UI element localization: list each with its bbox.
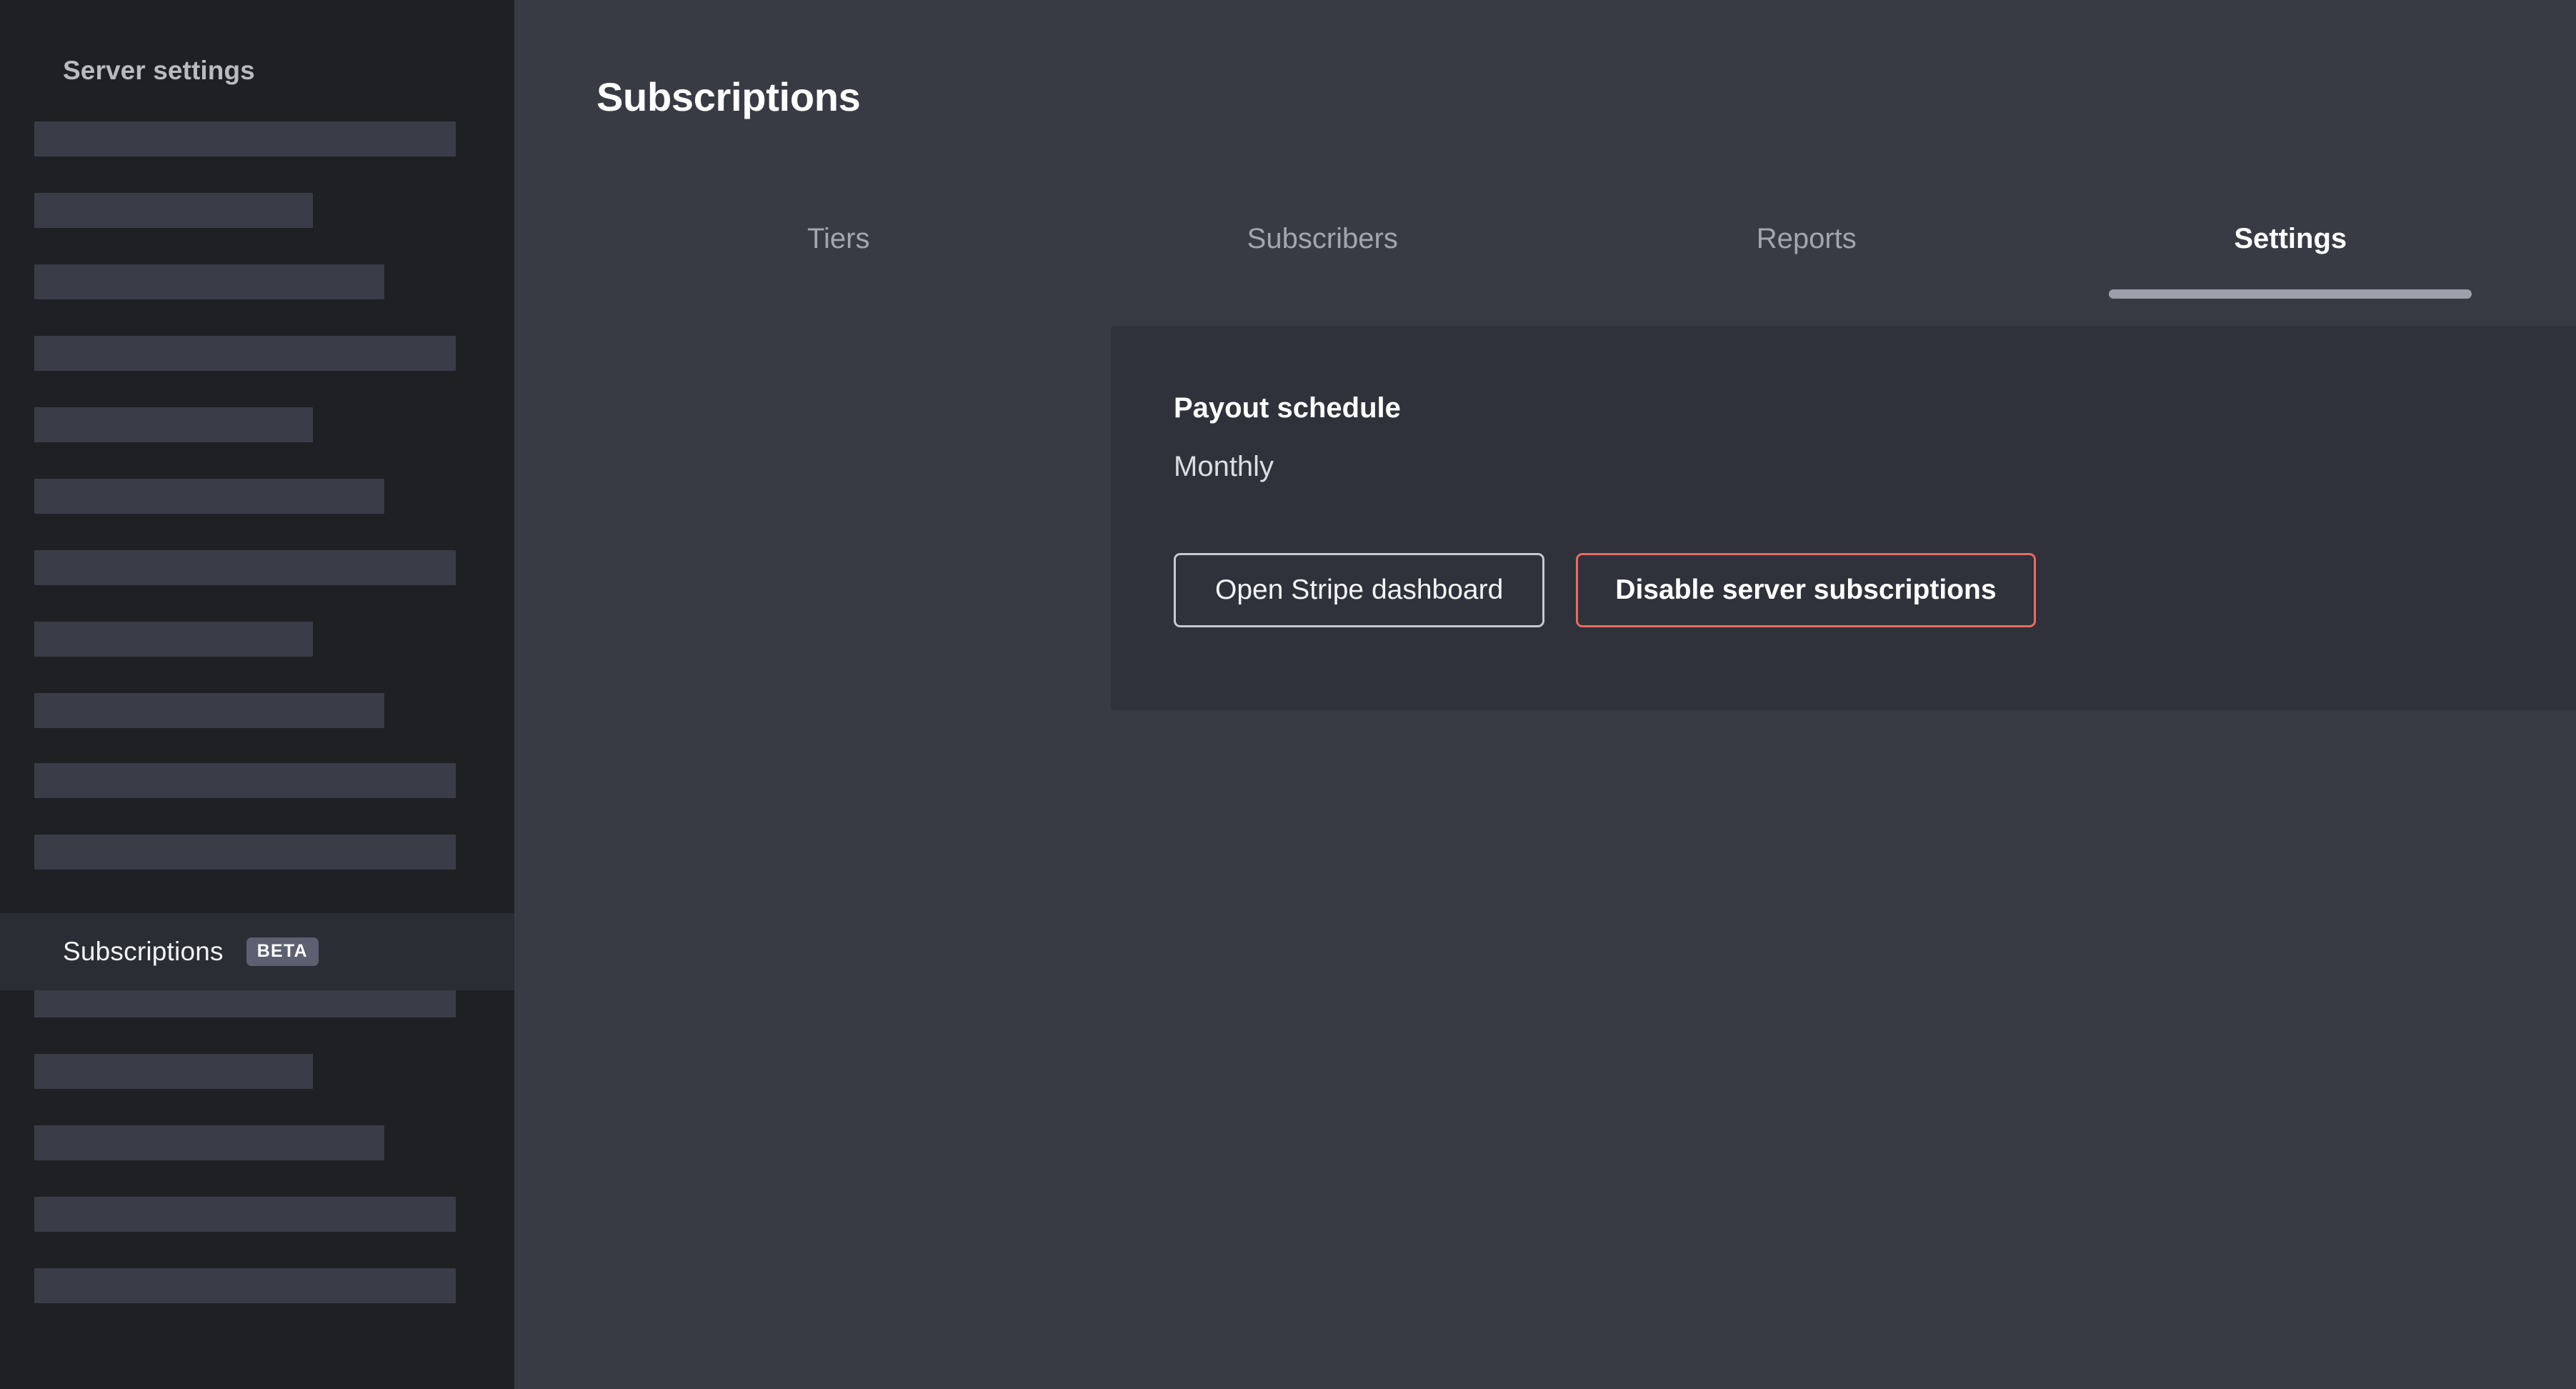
disable-server-subscriptions-button[interactable]: Disable server subscriptions [1576,553,2036,627]
main-content: Subscriptions Tiers Subscribers Reports Set… [514,0,2576,1389]
tab-reports[interactable]: Reports [1564,207,2049,300]
subscriptions-tab-bar: Tiers Subscribers Reports Settings [596,207,2532,300]
sidebar-heading: Server settings [63,56,255,85]
sidebar-placeholder-bar [34,193,313,228]
page-title: Subscriptions [596,74,861,119]
app-root: Server settings Subscriptions BETA Subsc… [0,0,2576,1389]
sidebar-item-subscriptions[interactable]: Subscriptions BETA [0,913,514,990]
sidebar-placeholder-bar [34,1268,456,1303]
sidebar-scroll-area[interactable]: Server settings Subscriptions BETA [0,0,514,1389]
payout-schedule-card: Payout schedule Monthly Open Stripe dash… [1111,326,2576,710]
card-action-row: Open Stripe dashboard Disable server subs… [1174,553,2036,627]
sidebar-placeholder-bar [34,835,456,870]
active-tab-underline [2109,289,2472,299]
payout-schedule-heading: Payout schedule [1174,392,1401,424]
payout-schedule-value: Monthly [1174,451,1274,482]
sidebar-placeholder-bar [34,407,313,442]
open-stripe-dashboard-button[interactable]: Open Stripe dashboard [1174,553,1545,627]
tab-label: Reports [1756,223,1857,254]
tab-label: Subscribers [1247,223,1398,254]
beta-badge: BETA [246,937,319,966]
sidebar-placeholder-bar [34,622,313,657]
sidebar-placeholder-bar [34,763,456,798]
sidebar-placeholder-bar [34,479,384,514]
sidebar-placeholder-bar [34,550,456,585]
tab-tiers[interactable]: Tiers [596,207,1081,300]
sidebar-placeholder-bar [34,264,384,299]
sidebar-placeholder-bar [34,1125,384,1160]
sidebar-item-label: Subscriptions [63,937,224,966]
tab-subscribers[interactable]: Subscribers [1081,207,1565,300]
tab-label: Tiers [807,223,870,254]
tab-label: Settings [2234,223,2347,254]
sidebar-placeholder-bar [34,121,456,156]
sidebar-placeholder-bar [34,1054,313,1089]
server-settings-sidebar: Server settings Subscriptions BETA [0,0,514,1389]
sidebar-placeholder-bar [34,336,456,371]
sidebar-placeholder-bar [34,1197,456,1232]
sidebar-placeholder-bar [34,693,384,728]
tab-settings[interactable]: Settings [2049,207,2533,300]
